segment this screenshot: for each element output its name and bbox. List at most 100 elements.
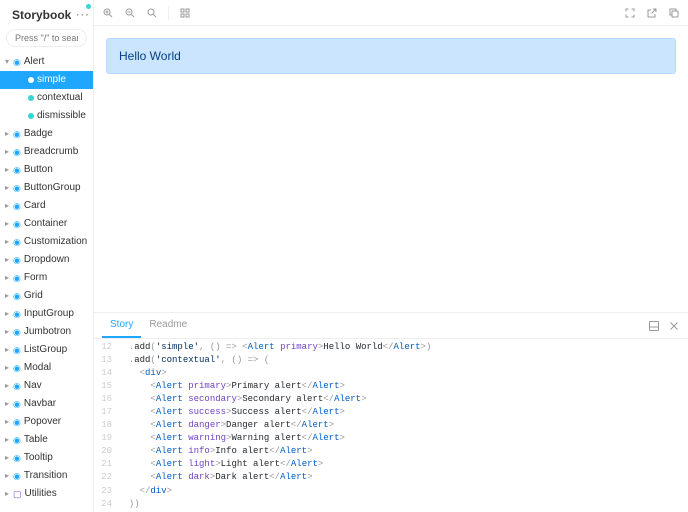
caret-right-icon: [4, 488, 10, 501]
tree-component-buttongroup[interactable]: ◉ButtonGroup: [0, 179, 93, 197]
component-icon: ◉: [13, 451, 21, 465]
line-number: 16: [94, 393, 118, 406]
code-line: 14 <div>: [94, 367, 688, 380]
line-number: 15: [94, 380, 118, 393]
panel-position-icon[interactable]: [648, 320, 660, 332]
tree-component-popover[interactable]: ◉Popover: [0, 413, 93, 431]
tree-story-simple[interactable]: simple: [0, 71, 93, 89]
search-input[interactable]: [6, 29, 87, 47]
tree-component-nav[interactable]: ◉Nav: [0, 377, 93, 395]
sidebar-menu-button[interactable]: ⋯: [75, 6, 89, 23]
code-line: 12 .add('simple', () => <Alert primary>H…: [94, 341, 688, 354]
tree-label: Alert: [24, 54, 45, 70]
tree-component-jumbotron[interactable]: ◉Jumbotron: [0, 323, 93, 341]
tree-label: Button: [24, 162, 53, 178]
tab-story[interactable]: Story: [102, 313, 141, 338]
tree-label: Customization: [24, 234, 87, 250]
tree-label: Table: [24, 432, 48, 448]
code-line: 18 <Alert danger>Danger alert</Alert>: [94, 419, 688, 432]
caret-right-icon: [4, 146, 10, 159]
tree-label: Modal: [24, 360, 51, 376]
code-line: 13 .add('contextual', () => (: [94, 354, 688, 367]
tree-folder-utilities[interactable]: ▢ Utilities: [0, 485, 93, 503]
caret-right-icon: [4, 416, 10, 429]
tree-label: Dropdown: [24, 252, 70, 268]
tree-component-container[interactable]: ◉Container: [0, 215, 93, 233]
caret-right-icon: [4, 272, 10, 285]
tree-label: Card: [24, 198, 46, 214]
tree-component-grid[interactable]: ◉Grid: [0, 287, 93, 305]
tree-component-card[interactable]: ◉Card: [0, 197, 93, 215]
tree-component-navbar[interactable]: ◉Navbar: [0, 395, 93, 413]
grid-icon[interactable]: [179, 7, 191, 19]
caret-right-icon: [4, 362, 10, 375]
component-icon: ◉: [13, 415, 21, 429]
copy-link-icon[interactable]: [668, 7, 680, 19]
code-line: 19 <Alert warning>Warning alert</Alert>: [94, 432, 688, 445]
story-icon: [28, 77, 34, 83]
tree-label: Transition: [24, 468, 68, 484]
tab-readme[interactable]: Readme: [141, 313, 195, 338]
line-number: 20: [94, 445, 118, 458]
component-icon: ◉: [13, 325, 21, 339]
nav-tree: ◉ Alert simplecontextualdismissible ◉Bad…: [0, 53, 93, 512]
component-icon: ◉: [13, 199, 21, 213]
source-code[interactable]: 12 .add('simple', () => <Alert primary>H…: [94, 339, 688, 512]
tree-label: Utilities: [25, 486, 57, 502]
sidebar: Storybook ⋯ ◉ Alert simplecontextualdism…: [0, 0, 94, 512]
zoom-reset-icon[interactable]: [146, 7, 158, 19]
caret-right-icon: [4, 254, 10, 267]
tree-component-transition[interactable]: ◉Transition: [0, 467, 93, 485]
caret-right-icon: [4, 434, 10, 447]
tree-component-dropdown[interactable]: ◉Dropdown: [0, 251, 93, 269]
component-icon: ◉: [13, 163, 21, 177]
tree-component-listgroup[interactable]: ◉ListGroup: [0, 341, 93, 359]
tree-label: ButtonGroup: [24, 180, 81, 196]
tree-component-customization[interactable]: ◉Customization: [0, 233, 93, 251]
tree-label: dismissible: [37, 108, 86, 124]
toolbar-separator: [168, 6, 169, 20]
caret-right-icon: [4, 236, 10, 249]
component-icon: ◉: [13, 145, 21, 159]
line-number: 17: [94, 406, 118, 419]
line-number: 12: [94, 341, 118, 354]
component-icon: ◉: [13, 127, 21, 141]
tree-component-inputgroup[interactable]: ◉InputGroup: [0, 305, 93, 323]
line-number: 19: [94, 432, 118, 445]
zoom-out-icon[interactable]: [124, 7, 136, 19]
code-line: 22 <Alert dark>Dark alert</Alert>: [94, 471, 688, 484]
folder-icon: ▢: [13, 487, 22, 501]
main: Hello World Story Readme 12 .add('simple…: [94, 0, 688, 512]
alert-text: Hello World: [119, 49, 181, 63]
tree-label: Container: [24, 216, 67, 232]
tree-component-breadcrumb[interactable]: ◉Breadcrumb: [0, 143, 93, 161]
component-icon: ◉: [13, 379, 21, 393]
line-number: 23: [94, 485, 118, 498]
tree-story-dismissible[interactable]: dismissible: [0, 107, 93, 125]
toolbar: [94, 0, 688, 26]
caret-right-icon: [4, 218, 10, 231]
tree-component-modal[interactable]: ◉Modal: [0, 359, 93, 377]
line-number: 14: [94, 367, 118, 380]
tree-component-alert[interactable]: ◉ Alert: [0, 53, 93, 71]
caret-right-icon: [4, 200, 10, 213]
caret-right-icon: [4, 128, 10, 141]
component-icon: ◉: [13, 397, 21, 411]
close-panel-icon[interactable]: [668, 320, 680, 332]
story-icon: [28, 95, 34, 101]
open-new-tab-icon[interactable]: [646, 7, 658, 19]
caret-right-icon: [4, 344, 10, 357]
component-icon: ◉: [13, 55, 21, 69]
tree-component-badge[interactable]: ◉Badge: [0, 125, 93, 143]
zoom-in-icon[interactable]: [102, 7, 114, 19]
tree-component-button[interactable]: ◉Button: [0, 161, 93, 179]
tree-component-table[interactable]: ◉Table: [0, 431, 93, 449]
tree-component-tooltip[interactable]: ◉Tooltip: [0, 449, 93, 467]
tree-label: Badge: [24, 126, 53, 142]
preview-canvas: Hello World: [94, 26, 688, 312]
fullscreen-icon[interactable]: [624, 7, 636, 19]
caret-right-icon: [4, 380, 10, 393]
tree-story-contextual[interactable]: contextual: [0, 89, 93, 107]
sidebar-header: Storybook ⋯: [0, 0, 93, 29]
tree-component-form[interactable]: ◉Form: [0, 269, 93, 287]
